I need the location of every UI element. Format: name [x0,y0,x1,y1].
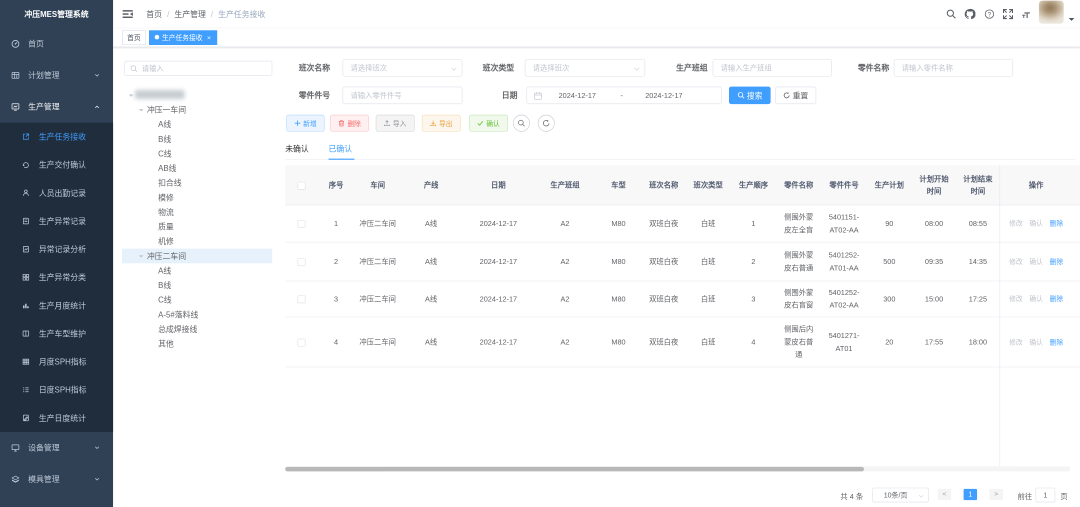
svg-text:?: ? [988,11,992,18]
